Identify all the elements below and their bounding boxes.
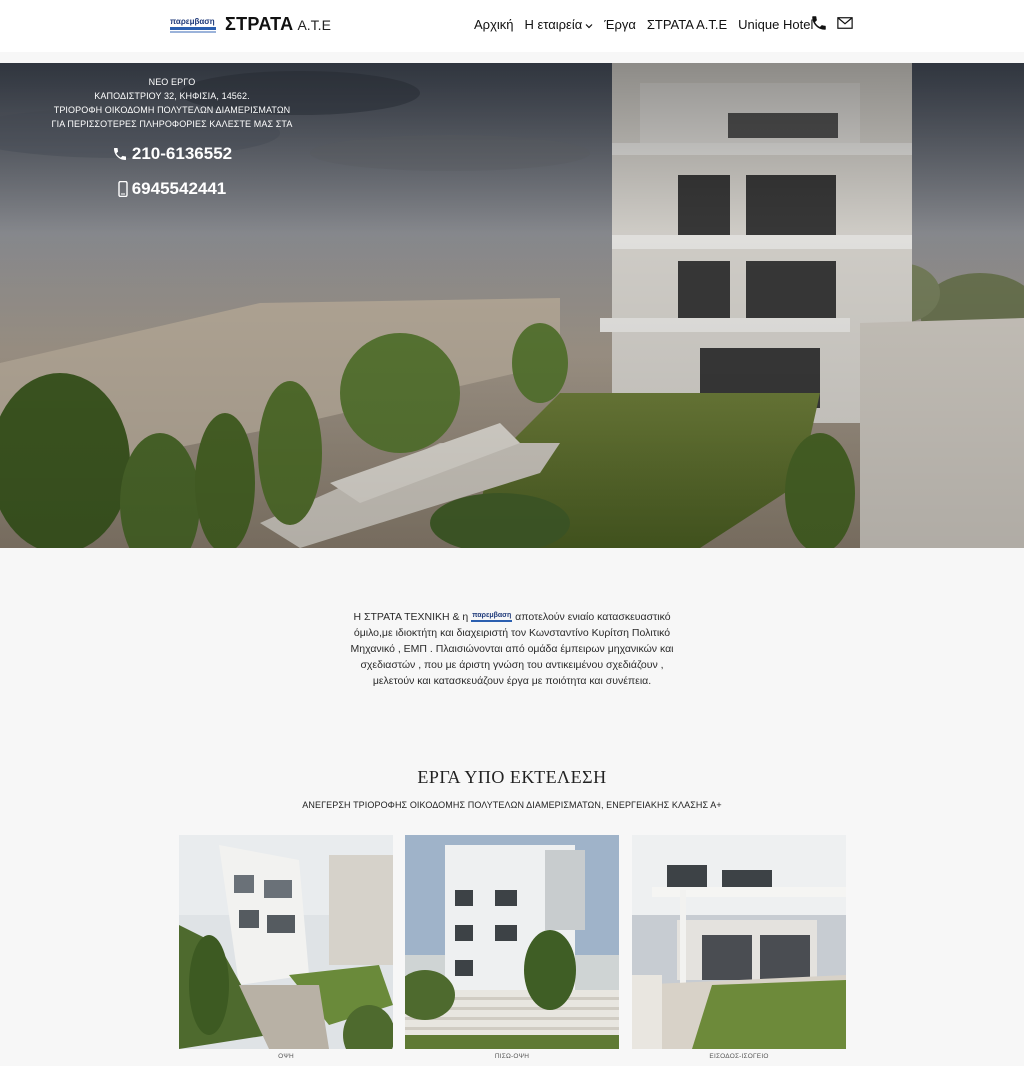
hero-address: ΚΑΠΟΔΙΣΤΡΙΟΥ 32, ΚΗΦΙΣΙΑ, 14562. (94, 91, 250, 101)
inline-parembasi-logo: παρεμβαση (471, 612, 513, 623)
mail-icon[interactable] (836, 14, 854, 32)
projects-subtitle: ΑΝΕΓΕΡΣΗ ΤΡΙΟΡΟΦΗΣ ΟΙΚΟΔΟΜΗΣ ΠΟΛΥΤΕΛΩΝ Δ… (302, 800, 722, 810)
nav-strata[interactable]: ΣΤΡΑΤΑ Α.Τ.Ε (647, 17, 727, 32)
phone-icon (113, 148, 126, 160)
main-nav: Αρχική Η εταιρεία Έργα ΣΤΡΑΤΑ Α.Τ.Ε Uniq… (474, 17, 824, 32)
logo-mark-subbar (170, 30, 216, 33)
brand-suffix: Α.Τ.Ε (297, 16, 331, 33)
back-view-image (405, 835, 619, 1049)
nav-projects[interactable]: Έργα (604, 17, 636, 32)
front-view-image (179, 835, 393, 1049)
logo-mark-text: παρεμβαση (170, 16, 215, 26)
nav-unique-hotel[interactable]: Unique Hotel (738, 17, 813, 32)
site-header: παρεμβαση ΣΤΡΑΤΑ Α.Τ.Ε Αρχική Η εταιρεία… (0, 0, 1024, 52)
hero-phone-mobile[interactable]: 6945542441 (44, 179, 300, 199)
site-logo[interactable]: παρεμβαση ΣΤΡΑΤΑ Α.Τ.Ε (170, 14, 331, 35)
mobile-number: 6945542441 (131, 179, 227, 198)
project-image-front[interactable] (179, 835, 393, 1049)
projects-title: ΕΡΓΑ ΥΠΟ ΕΚΤΕΛΕΣΗ (417, 767, 607, 787)
nav-company-label: Η εταιρεία (524, 17, 583, 32)
landline-number: 210-6136552 (131, 144, 233, 163)
project-image-back[interactable] (405, 835, 619, 1049)
hero-phone-landline[interactable]: 210-6136552 (44, 144, 300, 164)
parembasi-logo: παρεμβαση (170, 15, 216, 35)
logo-mark-bar (170, 26, 216, 30)
hero-new-project: ΝΕΟ ΕΡΓΟ (148, 77, 196, 87)
about-prefix: Η ΣΤΡΑΤΑ ΤΕΧΝΙΚΗ & η (353, 611, 469, 623)
caption-entrance: ΕΙΣΟΔΟΣ-ΙΣΟΓΕΙΟ (709, 1053, 769, 1060)
project-image-entrance[interactable] (632, 835, 846, 1049)
chevron-down-icon (585, 23, 593, 28)
hero-info: ΝΕΟ ΕΡΓΟ ΚΑΠΟΔΙΣΤΡΙΟΥ 32, ΚΗΦΙΣΙΑ, 14562… (44, 75, 300, 199)
brand-name: ΣΤΡΑΤΑ (225, 14, 294, 34)
caption-front: ΟΨΗ (278, 1053, 294, 1060)
caption-back: ΠΙΣΩ-ΟΨΗ (494, 1053, 530, 1060)
mobile-phone-icon (118, 181, 128, 197)
hero-call-us: ΓΙΑ ΠΕΡΙΣΣΟΤΕΡΕΣ ΠΛΗΡΟΦΟΡΙΕΣ ΚΑΛΕΣΤΕ ΜΑΣ… (51, 119, 293, 129)
phone-icon[interactable] (810, 14, 828, 32)
hero-banner: ΝΕΟ ΕΡΓΟ ΚΑΠΟΔΙΣΤΡΙΟΥ 32, ΚΗΦΙΣΙΑ, 14562… (0, 63, 1024, 548)
nav-home[interactable]: Αρχική (474, 17, 514, 32)
about-text: Η ΣΤΡΑΤΑ ΤΕΧΝΙΚΗ & η παρεμβαση αποτελούν… (340, 609, 684, 689)
entrance-view-image (632, 835, 846, 1049)
nav-company[interactable]: Η εταιρεία (525, 17, 594, 32)
hero-description: ΤΡΙΟΡΟΦΗ ΟΙΚΟΔΟΜΗ ΠΟΛΥΤΕΛΩΝ ΔΙΑΜΕΡΙΣΜΑΤΩ… (53, 105, 291, 115)
